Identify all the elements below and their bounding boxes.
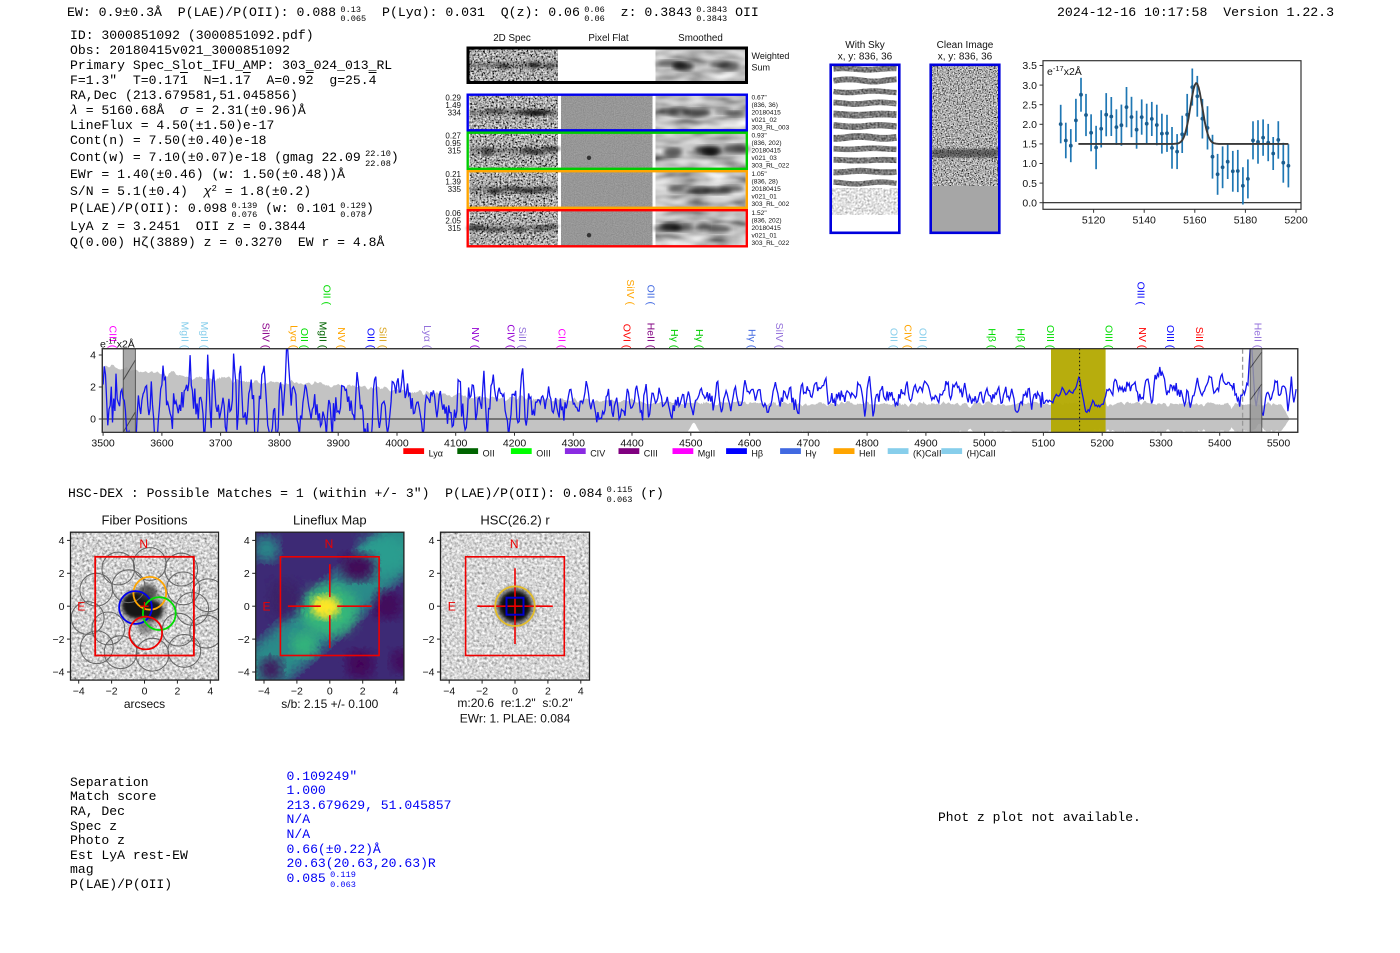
svg-text:m:20.6 re:1.2" s:0.2": m:20.6 re:1.2" s:0.2" [457, 696, 572, 710]
svg-text:0: 0 [142, 686, 148, 698]
svg-text:N: N [139, 537, 148, 551]
svg-text:4: 4 [59, 535, 65, 547]
svg-text:N: N [510, 537, 519, 551]
svg-text:−4: −4 [238, 667, 250, 679]
svg-text:2: 2 [174, 686, 180, 698]
svg-text:−2: −2 [238, 634, 250, 646]
svg-text:0: 0 [59, 601, 65, 613]
svg-text:arcsecs: arcsecs [124, 697, 165, 711]
svg-text:0: 0 [429, 601, 435, 613]
svg-text:−2: −2 [53, 634, 65, 646]
svg-text:E: E [262, 599, 270, 613]
svg-text:Lineflux Map: Lineflux Map [293, 513, 367, 528]
svg-text:EWr: 1. PLAE: 0.084: EWr: 1. PLAE: 0.084 [460, 712, 571, 726]
svg-text:−4: −4 [73, 686, 85, 698]
svg-text:−4: −4 [423, 667, 435, 679]
svg-text:−2: −2 [291, 686, 303, 698]
svg-text:E: E [77, 599, 85, 613]
svg-text:4: 4 [578, 686, 584, 698]
svg-text:N: N [325, 537, 334, 551]
svg-text:−4: −4 [53, 667, 65, 679]
svg-text:−2: −2 [423, 634, 435, 646]
svg-text:−2: −2 [106, 686, 118, 698]
svg-text:s/b: 2.15 +/- 0.100: s/b: 2.15 +/- 0.100 [281, 697, 378, 711]
svg-text:HSC(26.2) r: HSC(26.2) r [480, 513, 550, 528]
svg-text:4: 4 [244, 535, 250, 547]
svg-text:−4: −4 [258, 686, 270, 698]
svg-text:−4: −4 [443, 686, 455, 698]
svg-text:4: 4 [393, 686, 399, 698]
svg-text:2: 2 [360, 686, 366, 698]
svg-text:Fiber Positions: Fiber Positions [102, 513, 188, 528]
svg-text:4: 4 [207, 686, 213, 698]
svg-text:E: E [448, 599, 456, 613]
svg-text:2: 2 [244, 568, 250, 580]
svg-text:0: 0 [327, 686, 333, 698]
svg-text:2: 2 [429, 568, 435, 580]
svg-text:4: 4 [429, 535, 435, 547]
svg-text:0: 0 [244, 601, 250, 613]
svg-text:2: 2 [59, 568, 65, 580]
